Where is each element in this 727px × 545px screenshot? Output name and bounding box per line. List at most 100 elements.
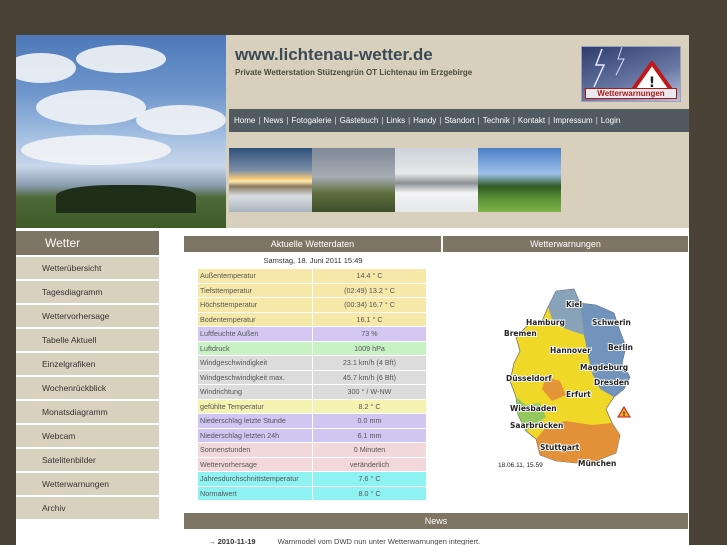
weather-row: Tiefsttemperatur (02:49) 13.2 ° C (198, 283, 426, 297)
news-text[interactable]: Warnmodel vom DWD nun unter Wetterwarnun… (278, 537, 481, 545)
map-city-label: Saarbrücken (510, 421, 563, 430)
nav-impressum[interactable]: Impressum (553, 116, 593, 125)
weather-row-value: veränderlich (312, 457, 426, 471)
weather-row-value: 45.7 km/h (6 Bft) (312, 370, 426, 384)
photo-thumbnail-summer[interactable] (478, 148, 561, 212)
header: www.lichtenau-wetter.de Private Wetterst… (16, 35, 689, 228)
weather-row: Jahresdurchschnittstemperatur 7.6 ° C (198, 472, 426, 486)
page-frame: www.lichtenau-wetter.de Private Wetterst… (16, 35, 689, 545)
weather-row-label: Luftfeuchte Außen (198, 327, 312, 341)
nav-technik[interactable]: Technik (483, 116, 510, 125)
weather-row-label: gefühlte Temperatur (198, 399, 312, 413)
sidebar-item-monatsdiagramm[interactable]: Monatsdiagramm (16, 401, 159, 423)
weather-row: Normalwert 8.0 ° C (198, 486, 426, 500)
current-weather-table: Außentemperatur 14.4 ° C Tiefsttemperatur(… (198, 268, 426, 501)
weather-row: Windgeschwindigkeit max. 45.7 km/h (6 Bft… (198, 370, 426, 384)
weather-row-label: Außentemperatur (198, 269, 312, 283)
weather-row-value: 16.1 ° C (312, 312, 426, 326)
weather-row: Bodentemperatur 16.1 ° C (198, 312, 426, 326)
nav-standort[interactable]: Standort (444, 116, 474, 125)
weather-row-label: Höchsttemperatur (198, 298, 312, 312)
weather-row: Außentemperatur 14.4 ° C (198, 269, 426, 283)
main-navigation: Home | News | Fotogalerie | Gästebuch | Link… (229, 109, 689, 132)
current-weather-heading: Aktuelle Wetterdaten (184, 236, 441, 252)
weather-row-label: Sonnenstunden (198, 443, 312, 457)
weather-row-label: Jahresdurchschnittstemperatur (198, 472, 312, 486)
photo-thumbnail-winter[interactable] (395, 148, 478, 212)
weather-row-label: Windrichtung (198, 385, 312, 399)
weather-row: gefühlte Temperatur 8.2 ° C (198, 399, 426, 413)
sidebar-item-wetteruebersicht[interactable]: Wetterübersicht (16, 257, 159, 279)
weather-row-label: Windgeschwindigkeit (198, 356, 312, 370)
sidebar-item-archiv[interactable]: Archiv (16, 497, 159, 519)
photo-thumbnail-rainbow[interactable] (312, 148, 395, 212)
weather-row: Windrichtung 300 ° / W-NW (198, 385, 426, 399)
nav-news[interactable]: News (263, 116, 283, 125)
map-city-label: Stuttgart (540, 443, 580, 452)
weather-row-label: Wettervorhersage (198, 457, 312, 471)
sidebar-item-wetterwarnungen[interactable]: Wetterwarnungen (16, 473, 159, 495)
map-city-label: Hamburg (526, 318, 565, 327)
sidebar-item-wettervorhersage[interactable]: Wettervorhersage (16, 305, 159, 327)
news-item: → 2010-11-19 Warnmodel vom DWD nun unter… (208, 537, 480, 545)
photo-strip (229, 148, 561, 212)
weather-row-value: 6.1 mm (312, 428, 426, 442)
sidebar-heading: Wetter (16, 231, 159, 255)
weather-row-value: 0 Minuten (312, 443, 426, 457)
site-subtitle: Private Wetterstation Stützengrün OT Lic… (235, 68, 473, 77)
sidebar: Wetter Wetterübersicht Tagesdiagramm Wet… (16, 231, 159, 519)
weather-row: Höchsttemperatur (00:34) 16.7 ° C (198, 298, 426, 312)
weather-row: Windgeschwindigkeit 23.1 km/h (4 Bft) (198, 356, 426, 370)
nav-handy[interactable]: Handy (413, 116, 436, 125)
map-timestamp: 18.06.11, 15.59 (498, 462, 543, 469)
weather-row-label: Niederschlag letzte Stunde (198, 414, 312, 428)
map-city-label: Hannover (550, 346, 591, 355)
map-city-label: Erfurt (566, 390, 591, 399)
sidebar-item-einzelgrafiken[interactable]: Einzelgrafiken (16, 353, 159, 375)
weather-row-value: 7.6 ° C (312, 472, 426, 486)
weather-row: Sonnenstunden 0 Minuten (198, 443, 426, 457)
news-heading: News (184, 513, 688, 529)
sidebar-item-wochenrueckblick[interactable]: Wochenrückblick (16, 377, 159, 399)
weather-row-value: (02:49) 13.2 ° C (312, 283, 426, 297)
warning-banner-label: Wetterwarnungen (585, 88, 677, 99)
sidebar-item-webcam[interactable]: Webcam (16, 425, 159, 447)
weather-row-value: 23.1 km/h (4 Bft) (312, 356, 426, 370)
map-city-label: Bremen (504, 329, 537, 338)
weather-warning-banner[interactable]: ! Wetterwarnungen (581, 46, 681, 102)
map-city-label: Dresden (594, 378, 629, 387)
weather-row: Niederschlag letzte Stunde 0.0 mm (198, 414, 426, 428)
map-city-label: Schwerin (592, 318, 631, 327)
weather-row-label: Windgeschwindigkeit max. (198, 370, 312, 384)
weather-row-label: Normalwert (198, 486, 312, 500)
nav-login[interactable]: Login (601, 116, 621, 125)
sidebar-item-tabelle-aktuell[interactable]: Tabelle Aktuell (16, 329, 159, 351)
nav-kontakt[interactable]: Kontakt (518, 116, 545, 125)
weather-row-value: 8.2 ° C (312, 399, 426, 413)
nav-gaestebuch[interactable]: Gästebuch (340, 116, 379, 125)
nav-home[interactable]: Home (234, 116, 255, 125)
svg-text:!: ! (623, 411, 626, 418)
weather-row-value: 1009 hPa (312, 341, 426, 355)
weather-row-value: 8.0 ° C (312, 486, 426, 500)
sidebar-item-tagesdiagramm[interactable]: Tagesdiagramm (16, 281, 159, 303)
photo-thumbnail-sunset[interactable] (229, 148, 312, 212)
map-city-label: Kiel (566, 300, 582, 309)
germany-warning-map[interactable]: ! Kiel Hamburg Schwerin Bremen Hannover … (496, 285, 636, 475)
news-arrow-icon: → (208, 537, 216, 545)
site-title[interactable]: www.lichtenau-wetter.de (235, 45, 433, 65)
weather-row-value: 14.4 ° C (312, 269, 426, 283)
nav-links[interactable]: Links (386, 116, 405, 125)
nav-fotogalerie[interactable]: Fotogalerie (292, 116, 332, 125)
weather-row-value: 73 % (312, 327, 426, 341)
header-landscape-photo (16, 35, 226, 228)
weather-row-value: 0.0 mm (312, 414, 426, 428)
weather-warnings-heading: Wetterwarnungen (443, 236, 688, 252)
weather-row: Wettervorhersage veränderlich (198, 457, 426, 471)
sidebar-item-satelitenbilder[interactable]: Satelitenbilder (16, 449, 159, 471)
weather-row: Luftdruck 1009 hPa (198, 341, 426, 355)
map-city-label: Wiesbaden (510, 404, 557, 413)
weather-row: Niederschlag letzten 24h 6.1 mm (198, 428, 426, 442)
weather-row-label: Luftdruck (198, 341, 312, 355)
weather-row-value: (00:34) 16.7 ° C (312, 298, 426, 312)
